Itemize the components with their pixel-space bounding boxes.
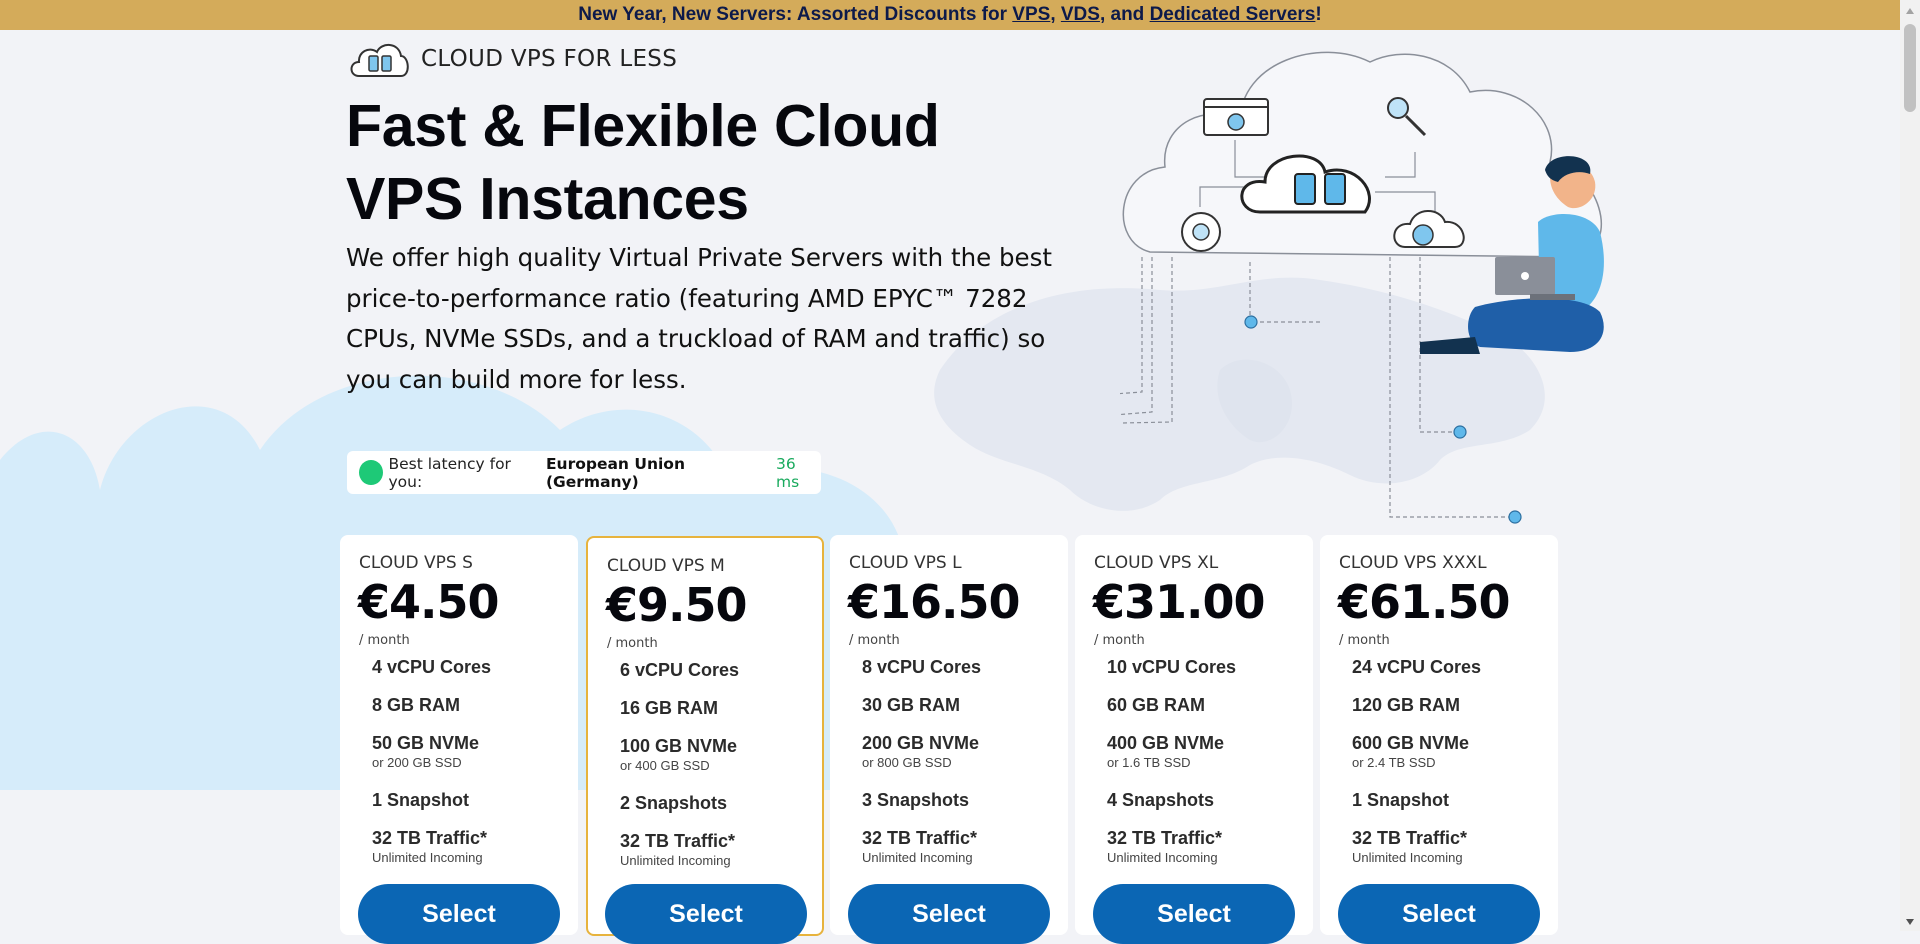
plan-storage-alt: or 800 GB SSD: [862, 755, 952, 770]
select-plan-l-button[interactable]: Select: [848, 884, 1050, 944]
plan-traffic-note: Unlimited Incoming: [862, 850, 973, 865]
plan-name: CLOUD VPS M: [607, 556, 725, 576]
plan-storage: 600 GB NVMe: [1352, 733, 1470, 753]
plan-storage: 400 GB NVMe: [1107, 733, 1225, 753]
page-scrollbar[interactable]: [1900, 0, 1920, 931]
plan-period: / month: [1094, 633, 1145, 648]
latency-status-icon: [359, 460, 383, 485]
latency-region: European Union (Germany): [545, 454, 685, 491]
plan-traffic: 32 TB Traffic*: [1352, 828, 1468, 848]
brand-logo[interactable]: CLOUD VPS FOR LESS: [347, 38, 677, 80]
plan-price: €16.50: [848, 575, 1021, 629]
plan-snapshots: 3 Snapshots: [862, 790, 970, 810]
promo-sep: , and: [1099, 4, 1150, 25]
plan-card-m: CLOUD VPS M €9.50 / month 6 vCPU Cores 1…: [586, 536, 824, 944]
plan-snapshots: 4 Snapshots: [1107, 790, 1215, 810]
plan-traffic: 32 TB Traffic*: [620, 831, 736, 851]
plan-period: / month: [607, 636, 658, 651]
plan-price: €61.50: [1338, 575, 1511, 629]
select-plan-m-button[interactable]: Select: [605, 884, 807, 944]
plan-cores: 6 vCPU Cores: [620, 660, 740, 680]
plan-traffic: 32 TB Traffic*: [372, 828, 488, 848]
plan-ram: 120 GB RAM: [1352, 695, 1461, 715]
plan-price: €9.50: [606, 578, 748, 632]
plan-ram: 16 GB RAM: [620, 698, 719, 718]
plan-storage-alt: or 2.4 TB SSD: [1352, 755, 1436, 770]
plan-storage-alt: or 1.6 TB SSD: [1107, 755, 1191, 770]
hero-description: We offer high quality Virtual Private Se…: [346, 243, 1052, 394]
plan-storage: 100 GB NVMe: [620, 736, 738, 756]
plan-price: €4.50: [358, 575, 500, 629]
plan-storage-alt: or 400 GB SSD: [620, 758, 710, 773]
plan-snapshots: 1 Snapshot: [1352, 790, 1450, 810]
latency-label: Best latency for you:: [388, 454, 511, 491]
plan-ram: 8 GB RAM: [372, 695, 461, 715]
scroll-down-icon[interactable]: [1906, 919, 1914, 925]
cloud-servers-icon: [350, 44, 409, 77]
plan-card-xxxl: CLOUD VPS XXXL €61.50 / month 24 vCPU Co…: [1320, 535, 1558, 944]
plan-traffic-note: Unlimited Incoming: [372, 850, 483, 865]
promo-banner: New Year, New Servers: Assorted Discount…: [0, 0, 1900, 30]
plan-ram: 30 GB RAM: [862, 695, 961, 715]
plan-name: CLOUD VPS L: [849, 553, 962, 573]
plan-name: CLOUD VPS S: [359, 553, 473, 573]
plan-storage-alt: or 200 GB SSD: [372, 755, 462, 770]
plan-cores: 10 vCPU Cores: [1107, 657, 1237, 677]
plan-card-l: CLOUD VPS L €16.50 / month 8 vCPU Cores …: [830, 535, 1068, 944]
promo-link-vds[interactable]: VDS: [1061, 4, 1100, 25]
plan-period: / month: [849, 633, 900, 648]
latency-value: 36 ms: [776, 454, 800, 491]
promo-suffix: !: [1315, 4, 1322, 25]
promo-text: New Year, New Servers: Assorted Discount…: [578, 4, 1013, 25]
plan-card-s: CLOUD VPS S €4.50 / month 4 vCPU Cores 8…: [340, 535, 578, 944]
pricing-plans: CLOUD VPS S €4.50 / month 4 vCPU Cores 8…: [340, 535, 1560, 944]
plan-traffic: 32 TB Traffic*: [862, 828, 978, 848]
latency-badge: Best latency for you: European Union (Ge…: [347, 451, 821, 494]
plan-snapshots: 2 Snapshots: [620, 793, 728, 813]
plan-traffic-note: Unlimited Incoming: [1352, 850, 1463, 865]
select-plan-s-button[interactable]: Select: [358, 884, 560, 944]
select-plan-xl-button[interactable]: Select: [1093, 884, 1295, 944]
hero-title: Fast & Flexible Cloud VPS Instances: [346, 93, 940, 232]
plan-period: / month: [359, 633, 410, 648]
select-plan-xxxl-button[interactable]: Select: [1338, 884, 1540, 944]
plan-name: CLOUD VPS XXXL: [1339, 553, 1487, 573]
plan-price: €31.00: [1093, 575, 1266, 629]
plan-cores: 4 vCPU Cores: [372, 657, 492, 677]
scroll-thumb[interactable]: [1904, 24, 1916, 112]
promo-link-dedicated[interactable]: Dedicated Servers: [1150, 4, 1316, 25]
brand-name: CLOUD VPS FOR LESS: [421, 46, 678, 72]
plan-cores: 24 vCPU Cores: [1352, 657, 1482, 677]
plan-storage: 200 GB NVMe: [862, 733, 980, 753]
plan-name: CLOUD VPS XL: [1094, 553, 1219, 573]
plan-traffic: 32 TB Traffic*: [1107, 828, 1223, 848]
plan-card-xl: CLOUD VPS XL €31.00 / month 10 vCPU Core…: [1075, 535, 1313, 944]
scroll-up-icon[interactable]: [1906, 8, 1914, 14]
plan-traffic-note: Unlimited Incoming: [1107, 850, 1218, 865]
plan-cores: 8 vCPU Cores: [862, 657, 982, 677]
plan-storage: 50 GB NVMe: [372, 733, 480, 753]
promo-link-vps[interactable]: VPS: [1012, 4, 1050, 25]
plan-traffic-note: Unlimited Incoming: [620, 853, 731, 868]
plan-snapshots: 1 Snapshot: [372, 790, 470, 810]
plan-ram: 60 GB RAM: [1107, 695, 1206, 715]
hero-cloud-network-illustration: [1120, 51, 1604, 524]
plan-period: / month: [1339, 633, 1390, 648]
promo-sep: ,: [1050, 4, 1061, 25]
